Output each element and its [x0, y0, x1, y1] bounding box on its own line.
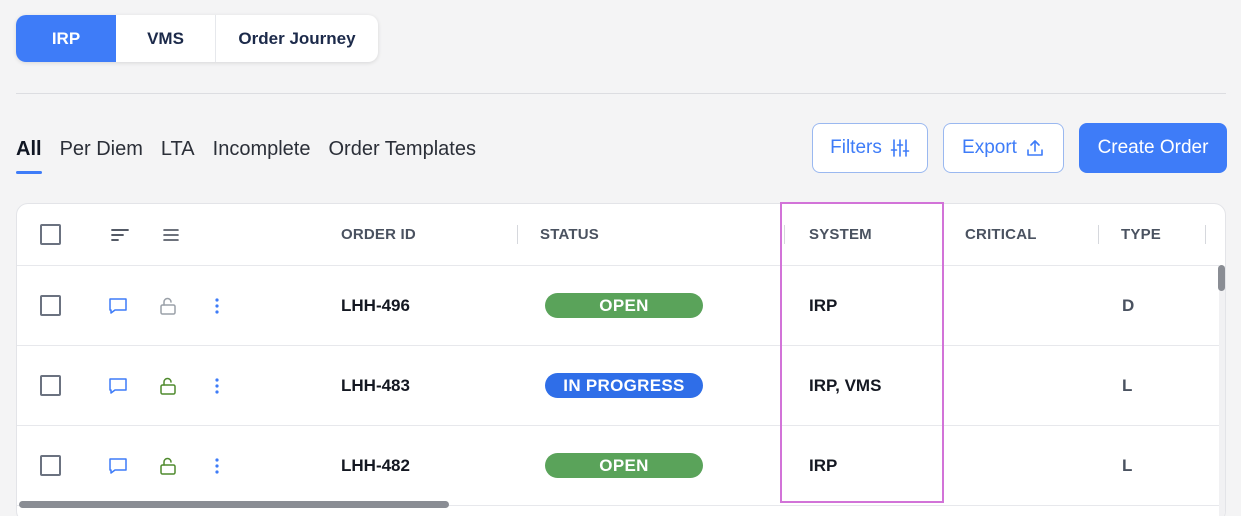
status-badge: OPEN — [545, 453, 703, 478]
col-status[interactable]: STATUS — [540, 204, 599, 265]
col-separator — [1098, 225, 1099, 244]
tab-order-templates[interactable]: Order Templates — [328, 136, 475, 162]
create-order-button[interactable]: Create Order — [1079, 123, 1227, 173]
col-separator — [1205, 225, 1206, 244]
col-order-id[interactable]: ORDER ID — [341, 204, 416, 265]
kebab-menu-icon[interactable] — [213, 266, 221, 345]
unlock-icon[interactable] — [158, 426, 178, 505]
filters-button[interactable]: Filters — [812, 123, 928, 173]
comment-icon[interactable] — [108, 426, 128, 505]
type-value: D — [1122, 295, 1135, 315]
unlock-icon[interactable] — [158, 266, 178, 345]
sort-icon[interactable] — [110, 204, 130, 265]
vertical-scrollbar-thumb[interactable] — [1218, 265, 1225, 291]
select-all-checkbox[interactable] — [40, 224, 61, 245]
order-tabs: All Per Diem LTA Incomplete Order Templa… — [16, 136, 494, 174]
filters-label: Filters — [830, 137, 882, 158]
sliders-icon — [890, 138, 910, 158]
unlock-icon[interactable] — [158, 346, 178, 425]
divider — [16, 93, 1226, 94]
table-row[interactable]: LHH-496 OPEN IRP D — [17, 266, 1219, 346]
orders-table: ORDER ID STATUS SYSTEM CRITICAL TYPE LHH… — [16, 203, 1226, 516]
system-value: IRP — [809, 295, 838, 315]
row-checkbox[interactable] — [40, 375, 61, 396]
status-badge: IN PROGRESS — [545, 373, 703, 398]
type-value: L — [1122, 375, 1133, 395]
tab-per-diem[interactable]: Per Diem — [60, 136, 143, 162]
col-separator — [517, 225, 518, 244]
table-header: ORDER ID STATUS SYSTEM CRITICAL TYPE — [17, 204, 1219, 266]
table-row[interactable]: LHH-482 OPEN IRP L — [17, 426, 1219, 506]
col-system[interactable]: SYSTEM — [809, 204, 872, 265]
system-switcher: IRP VMS Order Journey — [16, 15, 378, 62]
system-value: IRP — [809, 455, 838, 475]
row-checkbox[interactable] — [40, 295, 61, 316]
export-button[interactable]: Export — [943, 123, 1064, 173]
tab-incomplete[interactable]: Incomplete — [213, 136, 311, 162]
table-row[interactable]: LHH-483 IN PROGRESS IRP, VMS L — [17, 346, 1219, 426]
horizontal-scrollbar-thumb[interactable] — [19, 501, 449, 508]
seg-order-journey[interactable]: Order Journey — [216, 15, 378, 62]
comment-icon[interactable] — [108, 266, 128, 345]
col-separator — [942, 225, 943, 244]
kebab-menu-icon[interactable] — [213, 426, 221, 505]
row-checkbox[interactable] — [40, 455, 61, 476]
col-type[interactable]: TYPE — [1121, 204, 1161, 265]
seg-irp[interactable]: IRP — [16, 15, 116, 62]
seg-vms[interactable]: VMS — [116, 15, 216, 62]
system-value: IRP, VMS — [809, 375, 882, 395]
vertical-scrollbar-track[interactable] — [1219, 266, 1225, 516]
upload-icon — [1025, 138, 1045, 158]
col-separator — [784, 225, 785, 244]
hamburger-icon[interactable] — [162, 204, 180, 265]
export-label: Export — [962, 137, 1017, 158]
col-critical[interactable]: CRITICAL — [965, 204, 1037, 265]
order-id[interactable]: LHH-482 — [341, 426, 410, 505]
type-value: L — [1122, 455, 1133, 475]
kebab-menu-icon[interactable] — [213, 346, 221, 425]
tab-lta[interactable]: LTA — [161, 136, 195, 162]
order-id[interactable]: LHH-483 — [341, 346, 410, 425]
tab-all[interactable]: All — [16, 136, 42, 174]
status-badge: OPEN — [545, 293, 703, 318]
order-id[interactable]: LHH-496 — [341, 266, 410, 345]
comment-icon[interactable] — [108, 346, 128, 425]
